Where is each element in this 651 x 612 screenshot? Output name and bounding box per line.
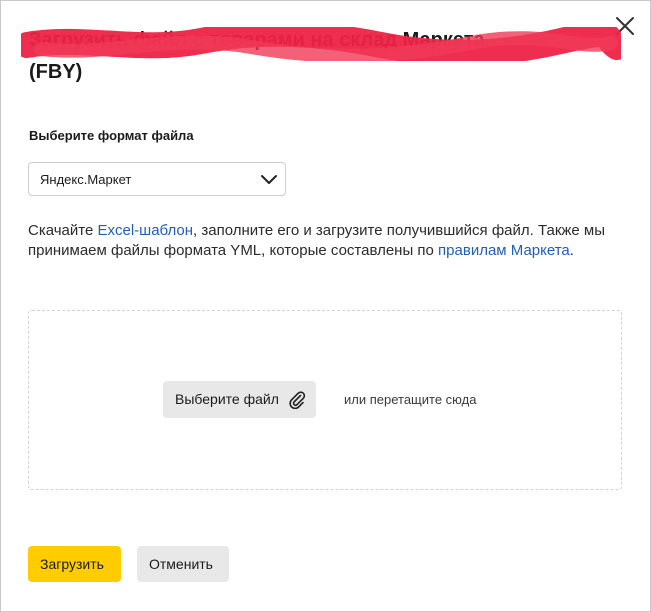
drag-hint: или перетащите сюда bbox=[344, 392, 477, 407]
close-button[interactable] bbox=[612, 13, 638, 39]
choose-file-label: Выберите файл bbox=[175, 391, 279, 407]
paperclip-icon bbox=[289, 391, 306, 409]
file-dropzone[interactable] bbox=[28, 310, 622, 490]
dialog-title-line1: Загрузить файл с товарами на склад Марке… bbox=[29, 29, 485, 51]
cancel-button[interactable]: Отменить bbox=[137, 546, 229, 582]
close-icon bbox=[616, 17, 634, 35]
excel-template-link[interactable]: Excel-шаблон bbox=[98, 222, 194, 239]
format-select[interactable]: Яндекс.Маркет bbox=[28, 162, 286, 196]
dialog-title-line2: (FBY) bbox=[29, 61, 83, 83]
choose-file-button[interactable]: Выберите файл bbox=[163, 381, 316, 418]
chevron-down-icon bbox=[261, 175, 277, 184]
upload-button[interactable]: Загрузить bbox=[28, 546, 121, 582]
market-rules-link[interactable]: правилам Маркета bbox=[438, 242, 570, 259]
cancel-button-label: Отменить bbox=[149, 556, 213, 572]
description-part1: Скачайте bbox=[28, 222, 98, 239]
format-select-value: Яндекс.Маркет bbox=[40, 172, 132, 187]
description-part3: . bbox=[569, 242, 574, 259]
upload-dialog: Загрузить файл с товарами на склад Марке… bbox=[0, 0, 651, 612]
upload-button-label: Загрузить bbox=[40, 556, 104, 572]
dialog-title: Загрузить файл с товарами на склад Марке… bbox=[21, 25, 621, 95]
description-text: Скачайте Excel-шаблон, заполните его и з… bbox=[28, 221, 628, 261]
format-label: Выберите формат файла bbox=[29, 128, 194, 143]
